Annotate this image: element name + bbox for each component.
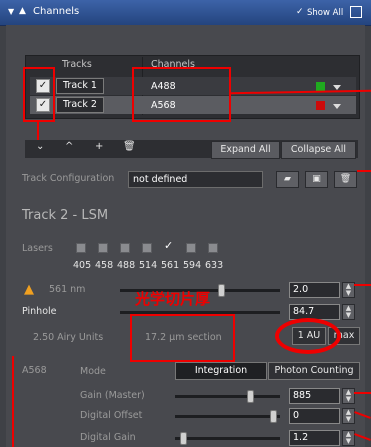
track-configuration-label: Track Configuration (22, 173, 115, 184)
pinhole-stepper[interactable]: ▲ ▼ (342, 304, 355, 320)
show-all-check-icon[interactable]: ✓ (296, 7, 304, 17)
digital-offset-slider-handle[interactable] (270, 410, 277, 423)
track-2-color-swatch[interactable] (316, 101, 325, 110)
detector-channel-label: A568 (22, 365, 47, 376)
track-configuration-dropdown[interactable]: not defined (128, 171, 263, 188)
digital-gain-stepper[interactable]: ▲ ▼ (342, 430, 355, 446)
gain-stepper[interactable]: ▲ ▼ (342, 388, 355, 404)
laser-wavelength-label: 633 (205, 260, 224, 271)
gain-value[interactable]: 885 (289, 388, 340, 404)
laser-wavelength-label: 458 (95, 260, 114, 271)
channels-icon: ▲ (19, 6, 26, 16)
trash-icon[interactable]: 🗑 (123, 141, 136, 152)
digital-gain-slider-track[interactable] (175, 437, 280, 440)
collapse-all-button[interactable]: Collapse All (281, 141, 356, 159)
check-icon: ✓ (164, 239, 174, 252)
laser-power-label: 561 nm (49, 284, 86, 295)
open-folder-icon[interactable]: ▰ (276, 171, 299, 188)
gain-slider-track[interactable] (175, 395, 280, 398)
digital-offset-label: Digital Offset (80, 410, 143, 421)
laser-561-checkbox[interactable]: ✓ (164, 239, 173, 252)
digital-gain-value[interactable]: 1.2 (289, 430, 340, 446)
chevron-down-icon[interactable] (333, 104, 341, 109)
collapse-icon[interactable]: ⌄ (36, 141, 44, 152)
laser-wavelength-label: 488 (117, 260, 136, 271)
laser-633-checkbox[interactable] (208, 243, 218, 253)
laser-458-checkbox[interactable] (98, 243, 108, 253)
save-icon[interactable]: ▣ (305, 171, 328, 188)
laser-594-checkbox[interactable] (186, 243, 196, 253)
annotation-label: 光学切片厚 (135, 290, 211, 308)
move-up-icon[interactable]: ^ (65, 141, 73, 152)
track-1-name[interactable]: Track 1 (56, 78, 104, 94)
annotation-circle (275, 318, 341, 354)
laser-power-slider-handle[interactable] (218, 284, 225, 297)
annotation-pointer-line (357, 170, 371, 172)
mode-label: Mode (80, 366, 106, 377)
laser-wavelength-label: 514 (139, 260, 158, 271)
digital-gain-slider-handle[interactable] (180, 432, 187, 445)
airy-units-text: 2.50 Airy Units (33, 332, 104, 343)
tracks-column-header: Tracks (62, 59, 92, 70)
laser-wavelength-label: 561 (161, 260, 180, 271)
section-title: Track 2 - LSM (22, 208, 109, 223)
integration-mode-button[interactable]: Integration (175, 362, 267, 380)
photon-counting-mode-button[interactable]: Photon Counting (268, 362, 360, 380)
delete-icon[interactable]: 🗑 (334, 171, 357, 188)
annotation-pointer-line (354, 392, 371, 394)
digital-gain-label: Digital Gain (80, 432, 136, 443)
show-all-toggle[interactable]: Show All (307, 8, 343, 18)
window-title: Channels (33, 6, 80, 17)
annotation-pointer-line (354, 284, 371, 286)
annotation-box-channels (132, 67, 231, 122)
laser-wavelength-label: 594 (183, 260, 202, 271)
laser-wavelength-label: 405 (73, 260, 92, 271)
digital-offset-value[interactable]: 0 (289, 408, 340, 424)
annotation-box-checkboxes (23, 67, 55, 122)
laser-488-checkbox[interactable] (120, 243, 130, 253)
warning-icon: ▲ (24, 282, 34, 297)
laser-405-checkbox[interactable] (76, 243, 86, 253)
gain-slider-handle[interactable] (247, 390, 254, 403)
title-bar: ▼ ▲ Channels ✓ Show All (0, 0, 371, 26)
track-2-name[interactable]: Track 2 (56, 97, 104, 113)
digital-offset-slider-track[interactable] (175, 415, 280, 418)
pinhole-label: Pinhole (22, 306, 57, 317)
annotation-pointer-line (12, 356, 14, 447)
laser-514-checkbox[interactable] (142, 243, 152, 253)
digital-offset-stepper[interactable]: ▲ ▼ (342, 408, 355, 424)
gain-master-label: Gain (Master) (80, 390, 145, 401)
lasers-label: Lasers (22, 243, 53, 254)
chevron-down-icon[interactable] (333, 85, 341, 90)
collapse-arrow-icon[interactable]: ▼ (8, 7, 14, 16)
annotation-box-section (130, 314, 235, 362)
add-icon[interactable]: + (95, 141, 103, 152)
undock-icon[interactable] (350, 6, 362, 18)
laser-power-value[interactable]: 2.0 (289, 282, 340, 298)
expand-all-button[interactable]: Expand All (211, 141, 280, 159)
